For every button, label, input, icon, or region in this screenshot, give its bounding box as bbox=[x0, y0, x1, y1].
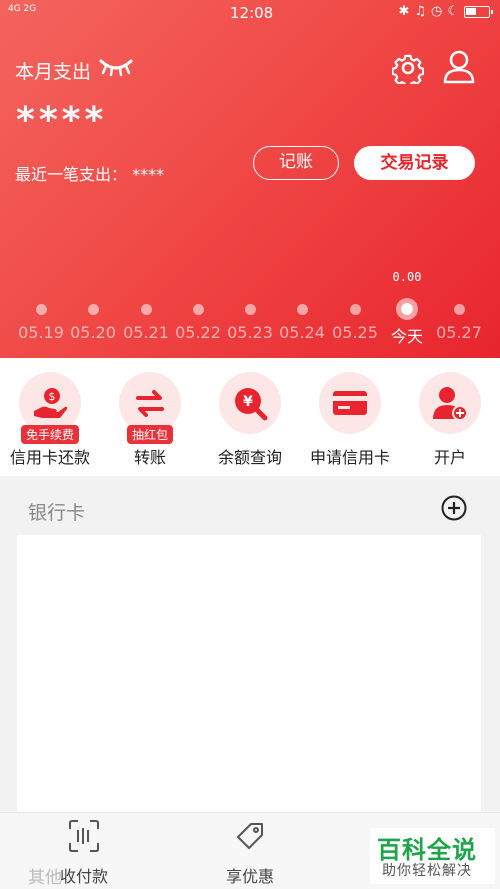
action-label: 申请信用卡 bbox=[309, 448, 390, 467]
action-icon-circle bbox=[319, 372, 381, 434]
timeline-dot bbox=[244, 304, 256, 315]
timeline-dot bbox=[140, 304, 152, 315]
timeline-day-value bbox=[272, 270, 332, 286]
header-panel: 4G 2G 12:08 ✱ ♫ ◷ ☾ 本月支出 **** 最近一笔支出： **… bbox=[0, 0, 500, 358]
action-badge: 免手续费 bbox=[20, 425, 80, 444]
action-icon-circle bbox=[419, 372, 481, 434]
timeline-day[interactable]: 05.24 bbox=[272, 270, 332, 342]
timeline-dot bbox=[192, 304, 204, 315]
timeline-day-date: 今天 bbox=[390, 327, 423, 346]
timeline-dot bbox=[87, 304, 99, 315]
timeline-day[interactable]: 05.20 bbox=[63, 270, 123, 342]
user-icon[interactable] bbox=[443, 50, 475, 84]
add-circle-icon[interactable] bbox=[441, 495, 467, 521]
timeline-day-date: 05.22 bbox=[175, 323, 221, 342]
timeline-day-value bbox=[168, 270, 228, 286]
bank-card-title: 银行卡 bbox=[28, 502, 86, 524]
timeline-dot bbox=[349, 304, 361, 315]
svg-text:$: $ bbox=[49, 390, 56, 403]
battery-icon bbox=[464, 5, 493, 18]
action-icon-circle: ¥ bbox=[219, 372, 281, 434]
recent-spend-label: 最近一笔支出： bbox=[15, 165, 128, 184]
timeline-day[interactable]: 0.00 今天 bbox=[377, 270, 437, 347]
nav-offers[interactable]: 享优惠 bbox=[200, 819, 300, 887]
eye-closed-icon[interactable] bbox=[98, 55, 134, 79]
timeline-day-value bbox=[325, 270, 385, 286]
timeline-day[interactable]: 05.22 bbox=[168, 270, 228, 342]
timeline-day[interactable]: 05.25 bbox=[325, 270, 385, 342]
timeline-day-value bbox=[116, 270, 176, 286]
nav-offers-label: 享优惠 bbox=[225, 867, 274, 886]
timeline-day-date: 05.23 bbox=[227, 323, 273, 342]
action-item[interactable]: 开户 bbox=[400, 372, 500, 468]
action-label: 开户 bbox=[433, 448, 466, 467]
timeline-dot bbox=[35, 304, 47, 315]
month-spend-label: 本月支出 bbox=[15, 61, 92, 83]
mute-icon: ♫ bbox=[414, 4, 426, 19]
status-icons: ✱ ♫ ◷ ☾ bbox=[398, 4, 493, 19]
timeline-day-date: 05.19 bbox=[18, 323, 64, 342]
tag-icon bbox=[237, 823, 263, 849]
action-label: 信用卡还款 bbox=[9, 448, 90, 467]
signal-indicator: 4G 2G bbox=[8, 4, 37, 14]
add-user-icon bbox=[433, 387, 468, 421]
timeline-day-value: 0.00 bbox=[392, 270, 422, 284]
credit-card-icon bbox=[333, 391, 367, 415]
timeline-day-value bbox=[429, 270, 489, 286]
timeline-day-date: 05.21 bbox=[123, 323, 169, 342]
timeline-dot bbox=[296, 304, 308, 315]
monthly-amount: **** bbox=[16, 100, 108, 141]
nav-collect-pay-label: 收付款 bbox=[59, 867, 108, 886]
timeline-day-value bbox=[63, 270, 123, 286]
action-item[interactable]: ¥ 余额查询 bbox=[200, 372, 300, 468]
recent-spend: 最近一笔支出： **** bbox=[15, 161, 164, 185]
bluetooth-icon: ✱ bbox=[398, 4, 410, 19]
alarm-icon: ◷ bbox=[431, 4, 443, 19]
gear-icon[interactable] bbox=[392, 52, 424, 84]
transfer-arrows-icon bbox=[136, 390, 164, 417]
timeline-day-date: 05.24 bbox=[279, 323, 325, 342]
svg-text:¥: ¥ bbox=[243, 394, 253, 410]
daily-timeline: 05.19 05.20 05.21 05.22 05.23 05.24 05.25 0.00 今… bbox=[0, 270, 500, 350]
recent-spend-value: **** bbox=[132, 165, 165, 184]
action-item[interactable]: 抽红包 转账 bbox=[100, 372, 200, 468]
status-time: 12:08 bbox=[230, 4, 274, 22]
status-bar: 4G 2G 12:08 ✱ ♫ ◷ ☾ bbox=[0, 0, 500, 28]
timeline-dot bbox=[453, 304, 465, 315]
scan-code-icon bbox=[69, 820, 99, 852]
action-item[interactable]: 申请信用卡 bbox=[300, 372, 400, 468]
timeline-dot bbox=[396, 298, 418, 320]
transactions-button[interactable]: 交易记录 bbox=[354, 146, 475, 180]
timeline-day-value bbox=[11, 270, 71, 286]
action-item[interactable]: $ 免手续费信用卡还款 bbox=[0, 372, 100, 468]
action-label: 余额查询 bbox=[217, 448, 282, 467]
timeline-day-date: 05.25 bbox=[332, 323, 378, 342]
record-button[interactable]: 记账 bbox=[253, 146, 339, 180]
hand-coin-icon: $ bbox=[34, 388, 68, 418]
quick-actions: $ 免手续费 信用卡还款 抽红包 转账 ¥ 余额查询 申请信用卡 开户 bbox=[0, 358, 500, 476]
timeline-day-date: 05.27 bbox=[436, 323, 482, 342]
yuan-search-icon: ¥ bbox=[235, 388, 268, 421]
action-label: 转账 bbox=[133, 448, 166, 467]
watermark: 百科全说 助你轻松解决 bbox=[370, 828, 495, 884]
timeline-day[interactable]: 05.23 bbox=[220, 270, 280, 342]
timeline-day-date: 05.20 bbox=[70, 323, 116, 342]
timeline-day[interactable]: 05.27 bbox=[429, 270, 489, 342]
timeline-day[interactable]: 05.21 bbox=[116, 270, 176, 342]
moon-icon: ☾ bbox=[447, 4, 459, 19]
bank-card-panel bbox=[17, 535, 481, 817]
timeline-day[interactable]: 05.19 bbox=[11, 270, 71, 342]
action-badge: 抽红包 bbox=[126, 425, 174, 444]
timeline-day-value bbox=[220, 270, 280, 286]
watermark-subtitle: 助你轻松解决 bbox=[382, 863, 472, 879]
nav-collect-pay[interactable]: 收付款 bbox=[34, 819, 134, 887]
